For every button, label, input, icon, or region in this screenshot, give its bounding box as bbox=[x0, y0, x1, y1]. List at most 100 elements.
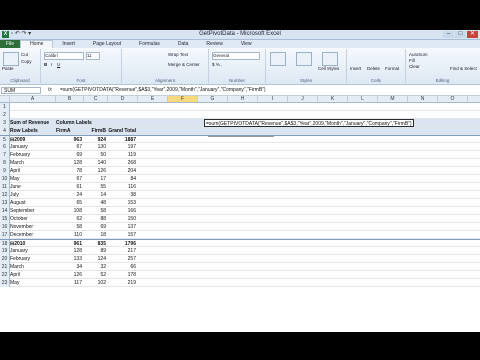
column-header-d[interactable]: D bbox=[108, 96, 138, 103]
pivot-value-total[interactable]: 204 bbox=[108, 167, 138, 175]
cut-button[interactable]: Cut bbox=[21, 52, 28, 57]
pivot-value-total[interactable]: 197 bbox=[108, 143, 138, 151]
column-header-f[interactable]: F bbox=[168, 96, 198, 103]
pivot-value-firmb[interactable]: 18 bbox=[84, 231, 108, 239]
tab-data[interactable]: Data bbox=[169, 40, 198, 48]
autosum-button[interactable]: AutoSum bbox=[409, 52, 428, 57]
pivot-row-label[interactable]: January bbox=[10, 143, 56, 151]
row-header-19[interactable]: 19 bbox=[0, 247, 10, 255]
row-header-1[interactable]: 1 bbox=[0, 103, 10, 111]
pivot-value-firma[interactable]: 110 bbox=[56, 231, 84, 239]
tab-view[interactable]: View bbox=[232, 40, 261, 48]
pivot-value-firma[interactable]: 128 bbox=[56, 159, 84, 167]
delete-cells-button[interactable]: Delete bbox=[367, 66, 380, 71]
column-header-c[interactable]: C bbox=[84, 96, 108, 103]
pivot-row-label[interactable]: March bbox=[10, 263, 56, 271]
pivot-row-label[interactable]: April bbox=[10, 167, 56, 175]
pivot-value-total[interactable]: 84 bbox=[108, 175, 138, 183]
pivot-row-label[interactable]: October bbox=[10, 215, 56, 223]
row-header-2[interactable]: 2 bbox=[0, 111, 10, 119]
pivot-value-firma[interactable]: 67 bbox=[56, 143, 84, 151]
pivot-value-firmb[interactable]: 50 bbox=[84, 151, 108, 159]
column-header-b[interactable]: B bbox=[56, 96, 84, 103]
row-header-10[interactable]: 10 bbox=[0, 175, 10, 183]
minimize-button[interactable]: – bbox=[443, 31, 454, 38]
pivot-value-total[interactable]: 116 bbox=[108, 183, 138, 191]
column-header-g[interactable]: G bbox=[198, 96, 228, 103]
pivot-value-firmb[interactable]: 58 bbox=[84, 207, 108, 215]
pivot-value-firmb[interactable]: 52 bbox=[84, 271, 108, 279]
paste-icon[interactable] bbox=[3, 52, 19, 66]
fill-button[interactable]: Fill bbox=[409, 58, 415, 63]
row-header-12[interactable]: 12 bbox=[0, 191, 10, 199]
row-header-21[interactable]: 21 bbox=[0, 263, 10, 271]
row-header-23[interactable]: 23 bbox=[0, 279, 10, 287]
row-header-22[interactable]: 22 bbox=[0, 271, 10, 279]
column-header-n[interactable]: N bbox=[408, 96, 438, 103]
number-format-select[interactable]: General bbox=[212, 52, 260, 60]
format-table-icon[interactable] bbox=[296, 52, 312, 66]
pivot-value-firmb[interactable]: 126 bbox=[84, 167, 108, 175]
cell-styles-icon[interactable] bbox=[322, 52, 338, 66]
tab-formulas[interactable]: Formulas bbox=[130, 40, 169, 48]
tab-home[interactable]: Home bbox=[20, 40, 54, 48]
pivot-value-firma[interactable]: 67 bbox=[56, 175, 84, 183]
wrap-text-button[interactable]: Wrap Text bbox=[168, 52, 188, 57]
pivot-row-label[interactable]: September bbox=[10, 207, 56, 215]
column-header-j[interactable]: J bbox=[288, 96, 318, 103]
pivot-value-firma[interactable]: 69 bbox=[56, 151, 84, 159]
pivot-row-label[interactable]: February bbox=[10, 255, 56, 263]
pivot-value-firma[interactable]: 61 bbox=[56, 183, 84, 191]
row-header-17[interactable]: 17 bbox=[0, 231, 10, 239]
italic-button[interactable]: I bbox=[51, 62, 52, 67]
row-header-15[interactable]: 15 bbox=[0, 215, 10, 223]
row-header-6[interactable]: 6 bbox=[0, 143, 10, 151]
pivot-row-label[interactable]: December bbox=[10, 231, 56, 239]
pivot-row-label[interactable]: May bbox=[10, 279, 56, 287]
pivot-value-total[interactable]: 38 bbox=[108, 191, 138, 199]
tab-file[interactable]: File bbox=[0, 40, 21, 48]
pivot-value-firmb[interactable]: 140 bbox=[84, 159, 108, 167]
pivot-value-firma[interactable]: 65 bbox=[56, 199, 84, 207]
pivot-value-firma[interactable]: 126 bbox=[56, 271, 84, 279]
pivot-value-firmb[interactable]: 130 bbox=[84, 143, 108, 151]
cell-styles-button[interactable]: Cell Styles bbox=[318, 66, 339, 71]
currency-button[interactable]: $ % , bbox=[212, 62, 222, 67]
column-header-o[interactable]: O bbox=[438, 96, 468, 103]
editing-cell-f3[interactable]: =sum(GETPIVOTDATA("Revenue",$A$3,"Year",… bbox=[204, 119, 414, 127]
underline-button[interactable]: U bbox=[57, 62, 60, 67]
row-header-9[interactable]: 9 bbox=[0, 167, 10, 175]
column-header-i[interactable]: I bbox=[258, 96, 288, 103]
paste-button[interactable]: Paste bbox=[2, 66, 14, 71]
column-header-k[interactable]: K bbox=[318, 96, 348, 103]
select-all-corner[interactable] bbox=[0, 96, 10, 103]
pivot-value-firmb[interactable]: 17 bbox=[84, 175, 108, 183]
pivot-value-total[interactable]: 268 bbox=[108, 159, 138, 167]
pivot-value-total[interactable]: 137 bbox=[108, 223, 138, 231]
merge-center-button[interactable]: Merge & Center bbox=[168, 62, 200, 67]
pivot-row-label[interactable]: January bbox=[10, 247, 56, 255]
font-name-select[interactable]: Calibri bbox=[44, 52, 84, 60]
pivot-value-firma[interactable]: 24 bbox=[56, 191, 84, 199]
pivot-header-grand-total[interactable]: Grand Total bbox=[108, 127, 138, 135]
pivot-column-labels[interactable]: Column Labels bbox=[56, 119, 92, 127]
pivot-row-labels[interactable]: Row Labels bbox=[10, 127, 56, 135]
pivot-row-label[interactable]: April bbox=[10, 271, 56, 279]
pivot-header-firma[interactable]: FirmA bbox=[56, 127, 84, 135]
clear-button[interactable]: Clear bbox=[409, 64, 420, 69]
format-cells-button[interactable]: Format bbox=[385, 66, 399, 71]
tab-page-layout[interactable]: Page Layout bbox=[84, 40, 130, 48]
pivot-value-total[interactable]: 257 bbox=[108, 255, 138, 263]
pivot-value-firma[interactable]: 128 bbox=[56, 247, 84, 255]
tab-insert[interactable]: Insert bbox=[53, 40, 84, 48]
pivot-row-label[interactable]: July bbox=[10, 191, 56, 199]
pivot-value-total[interactable]: 217 bbox=[108, 247, 138, 255]
pivot-row-label[interactable]: February bbox=[10, 151, 56, 159]
pivot-value-firmb[interactable]: 14 bbox=[84, 191, 108, 199]
row-header-8[interactable]: 8 bbox=[0, 159, 10, 167]
pivot-value-firma[interactable]: 78 bbox=[56, 167, 84, 175]
column-header-e[interactable]: E bbox=[138, 96, 168, 103]
pivot-row-label[interactable]: November bbox=[10, 223, 56, 231]
copy-button[interactable]: Copy bbox=[21, 59, 32, 64]
pivot-value-total[interactable]: 119 bbox=[108, 151, 138, 159]
